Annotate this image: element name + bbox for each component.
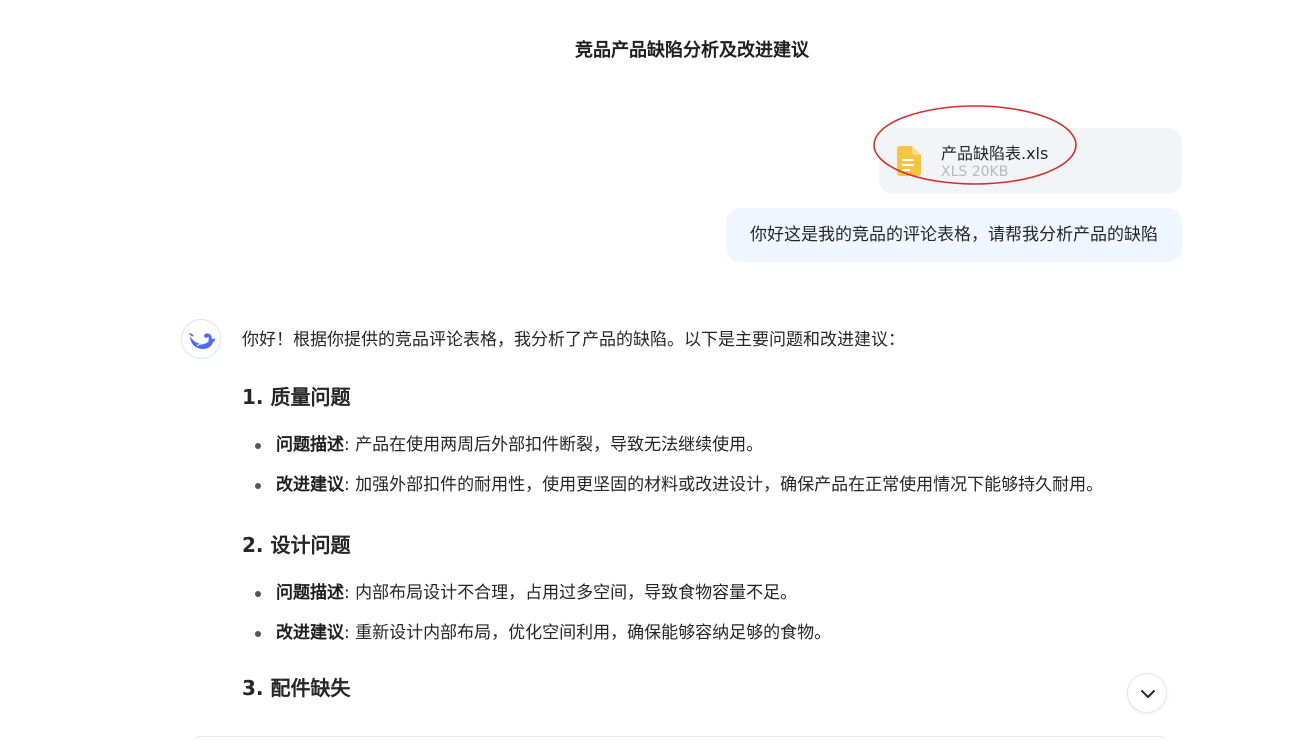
conversation-title: 竞品产品缺陷分析及改进建议 <box>575 40 809 61</box>
attachment-meta: XLS 20KB <box>941 164 1009 180</box>
bullet-dot <box>255 631 261 637</box>
bullet-dot <box>255 443 261 449</box>
list-item: 问题描述: 内部布局设计不合理，占用过多空间，导致食物容量不足。 <box>242 576 1182 611</box>
list-item: 改进建议: 重新设计内部布局，优化空间利用，确保能够容纳足够的食物。 <box>242 616 1182 651</box>
point-label: 问题描述 <box>276 583 344 603</box>
section-title: 3. 配件缺失 <box>242 676 351 700</box>
assistant-intro: 你好！根据你提供的竞品评论表格，我分析了产品的缺陷。以下是主要问题和改进建议： <box>242 330 905 350</box>
section-title: 1. 质量问题 <box>242 385 351 409</box>
section-title: 2. 设计问题 <box>242 533 351 557</box>
point-label: 问题描述 <box>276 435 344 455</box>
user-message-bubble: 你好这是我的竞品的评论表格，请帮我分析产品的缺陷 <box>726 208 1182 262</box>
section-points: 问题描述: 产品在使用两周后外部扣件断裂，导致无法继续使用。 改进建议: 加强外… <box>242 428 1182 503</box>
list-item: 问题描述: 产品在使用两周后外部扣件断裂，导致无法继续使用。 <box>242 428 1182 463</box>
message-input-edge <box>190 736 1170 741</box>
scroll-to-bottom-button[interactable] <box>1127 673 1167 713</box>
list-item: 改进建议: 加强外部扣件的耐用性，使用更坚固的材料或改进设计，确保产品在正常使用… <box>242 468 1182 503</box>
bullet-dot <box>255 483 261 489</box>
attachment-card[interactable]: 产品缺陷表.xls XLS 20KB <box>879 128 1182 194</box>
point-label: 改进建议 <box>276 475 344 495</box>
attachment-filename: 产品缺陷表.xls <box>941 144 1049 163</box>
bullet-dot <box>255 591 261 597</box>
point-text: : 重新设计内部布局，优化空间利用，确保能够容纳足够的食物。 <box>344 623 832 643</box>
section-points: 问题描述: 内部布局设计不合理，占用过多空间，导致食物容量不足。 改进建议: 重… <box>242 576 1182 651</box>
point-text: : 产品在使用两周后外部扣件断裂，导致无法继续使用。 <box>344 435 764 455</box>
point-text: : 内部布局设计不合理，占用过多空间，导致食物容量不足。 <box>344 583 798 603</box>
assistant-avatar <box>181 319 221 359</box>
assistant-message: 你好！根据你提供的竞品评论表格，我分析了产品的缺陷。以下是主要问题和改进建议： … <box>242 325 1182 703</box>
point-text: : 加强外部扣件的耐用性，使用更坚固的材料或改进设计，确保产品在正常使用情况下能… <box>344 475 1104 495</box>
chat-page: 竞品产品缺陷分析及改进建议 产品缺陷表.xls XLS 20KB 你好这是我的竞… <box>0 0 1298 741</box>
chevron-down-icon <box>1141 690 1155 698</box>
whale-logo-icon <box>189 333 216 349</box>
spreadsheet-file-icon <box>897 146 921 176</box>
point-label: 改进建议 <box>276 623 344 643</box>
